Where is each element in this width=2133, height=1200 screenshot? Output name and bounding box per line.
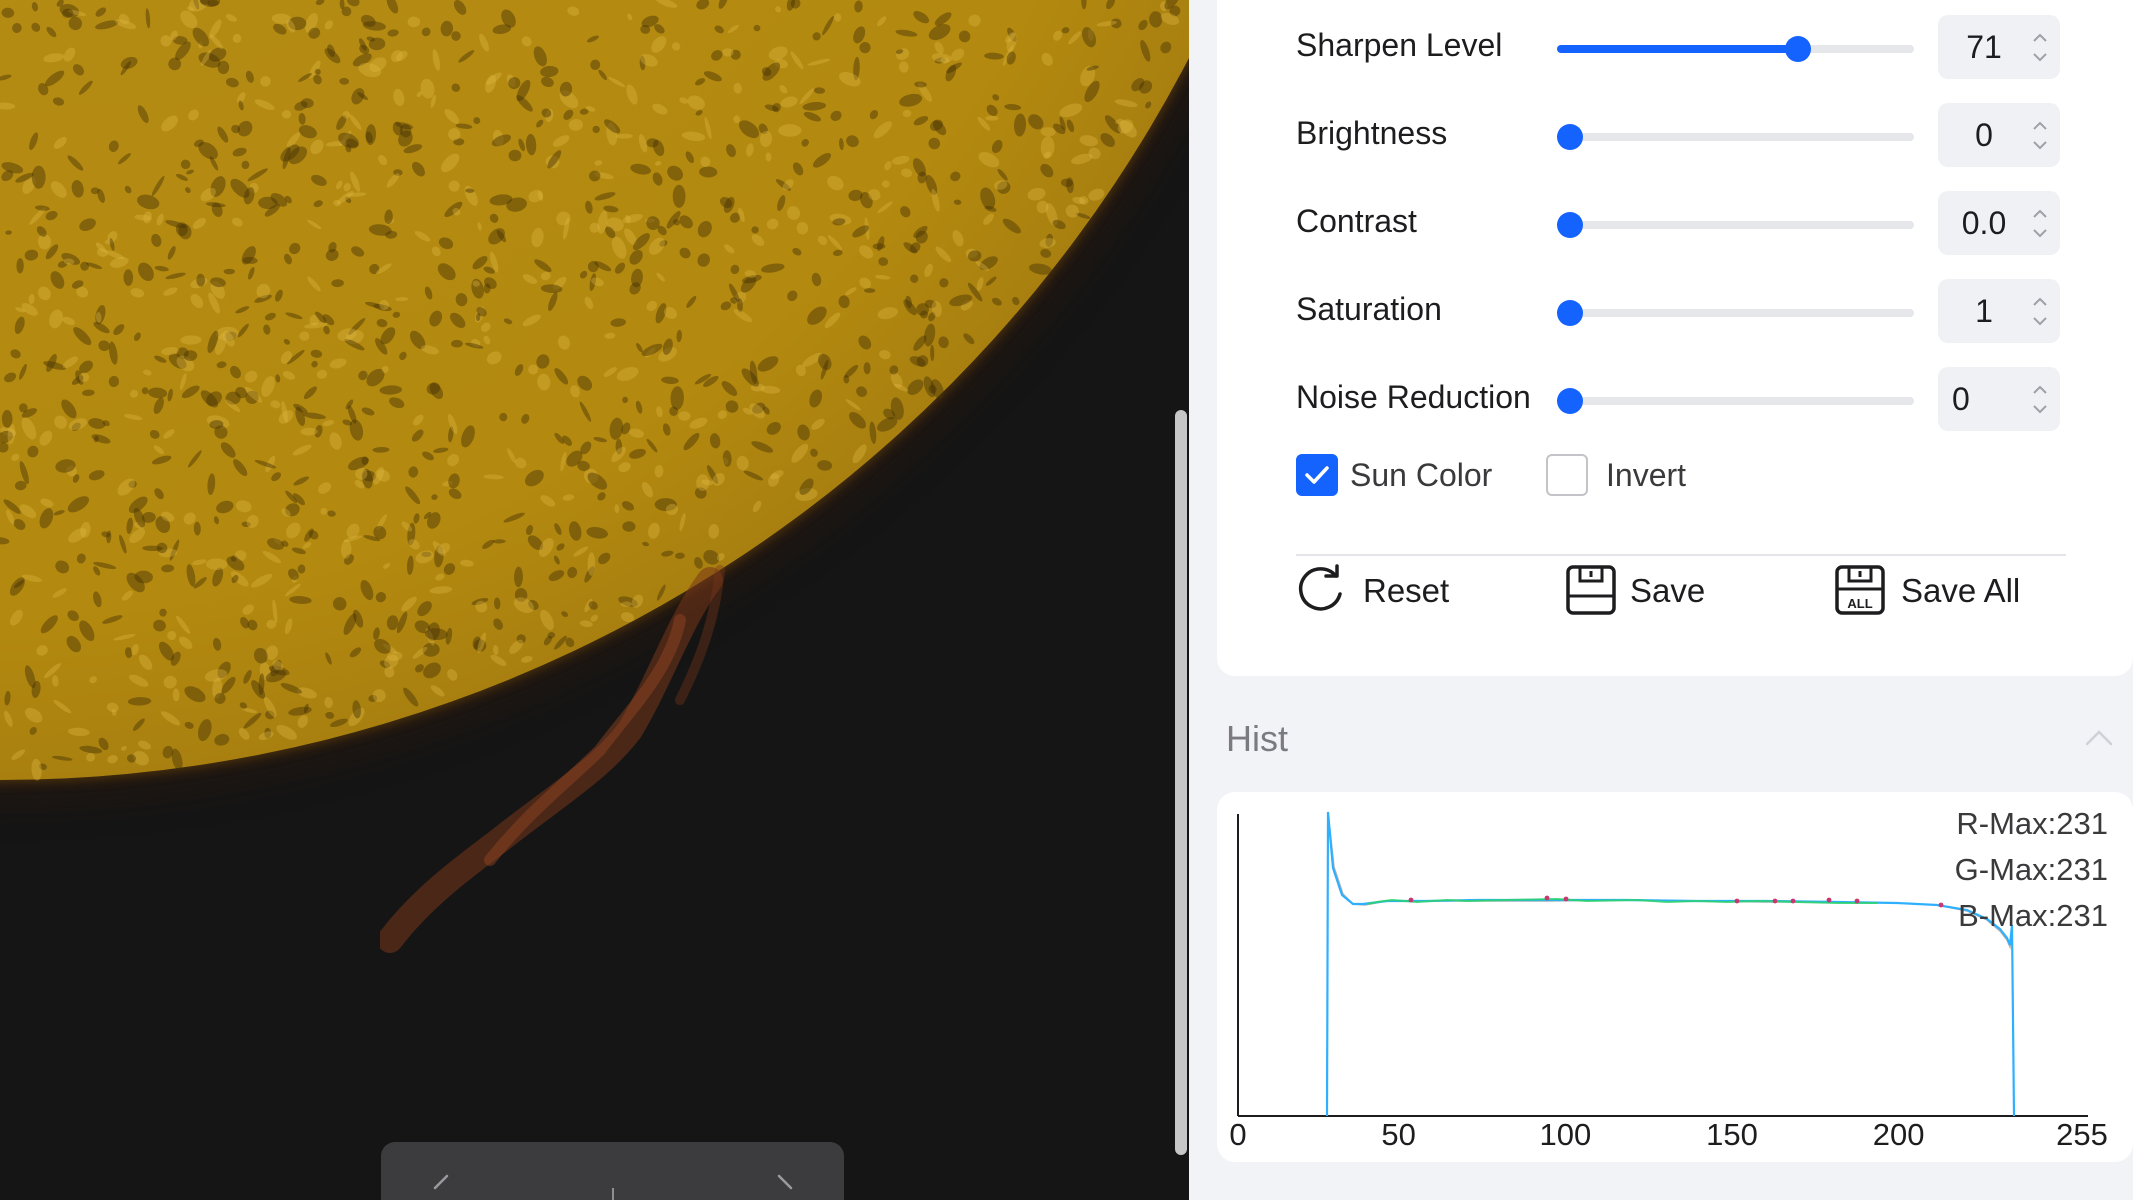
- spin-up-icon[interactable]: [2031, 384, 2049, 396]
- reset-label: Reset: [1363, 572, 1450, 609]
- reset-icon: [1298, 564, 1342, 611]
- sharpen-level-spinbox[interactable]: 71: [1938, 15, 2060, 79]
- sharpen-level-row: Sharpen Level 71: [1217, 15, 2133, 79]
- save-all-icon: ALL: [1835, 565, 1885, 615]
- checkmark-icon: [1305, 466, 1329, 484]
- chevron-left-icon[interactable]: [429, 1174, 453, 1198]
- histogram-chart: [1237, 811, 2088, 1117]
- saturation-label: Saturation: [1296, 291, 1442, 327]
- hist-blue-channel-shadow: [1326, 811, 2015, 1117]
- image-nav-bar: [381, 1142, 844, 1200]
- save-all-button[interactable]: ALL Save All: [1834, 564, 2034, 628]
- nav-divider: [612, 1188, 614, 1200]
- spin-up-icon[interactable]: [2031, 32, 2049, 44]
- spin-down-icon[interactable]: [2031, 403, 2049, 415]
- slider-thumb[interactable]: [1785, 36, 1812, 62]
- b-max-label: B-Max:231: [1958, 898, 2108, 933]
- histogram-card: R-Max:231 G-Max:231 B-Max:231 0 50 100 150 2…: [1217, 792, 2133, 1162]
- noise-reduction-slider[interactable]: [1557, 388, 1914, 414]
- noise-reduction-spinbox[interactable]: 0: [1938, 367, 2060, 431]
- saturation-spinbox[interactable]: 1: [1938, 279, 2060, 343]
- saturation-row: Saturation 1: [1217, 279, 2133, 343]
- save-all-icon-text: ALL: [1847, 596, 1872, 611]
- contrast-label: Contrast: [1296, 203, 1417, 239]
- slider-thumb[interactable]: [1557, 212, 1583, 238]
- right-panel: Sharpen Level 71 Brightness 0 Contrast 0…: [1189, 0, 2133, 1200]
- save-button[interactable]: Save: [1565, 564, 1715, 628]
- hist-x-tick-255: 255: [2056, 1117, 2108, 1152]
- reset-button[interactable]: Reset: [1296, 564, 1476, 628]
- sharpen-level-label: Sharpen Level: [1296, 27, 1503, 63]
- brightness-row: Brightness 0: [1217, 103, 2133, 167]
- slider-thumb[interactable]: [1557, 300, 1583, 326]
- contrast-slider[interactable]: [1557, 212, 1914, 238]
- contrast-spinbox[interactable]: 0.0: [1938, 191, 2060, 255]
- slider-fill: [1557, 45, 1799, 53]
- g-max-label: G-Max:231: [1954, 852, 2108, 887]
- spin-down-icon[interactable]: [2031, 227, 2049, 239]
- spin-down-icon[interactable]: [2031, 315, 2049, 327]
- r-max-label: R-Max:231: [1956, 806, 2108, 841]
- brightness-value[interactable]: 0: [1938, 117, 2030, 154]
- save-all-label: Save All: [1901, 572, 2021, 609]
- sharpen-level-value[interactable]: 71: [1938, 29, 2030, 66]
- spin-up-icon[interactable]: [2031, 208, 2049, 220]
- chevron-right-icon[interactable]: [773, 1174, 797, 1198]
- sun-color-label[interactable]: Sun Color: [1350, 457, 1492, 494]
- spin-down-icon[interactable]: [2031, 139, 2049, 151]
- image-viewer[interactable]: [0, 0, 1189, 1200]
- spin-up-icon[interactable]: [2031, 120, 2049, 132]
- hist-section-title[interactable]: Hist: [1226, 718, 1288, 760]
- contrast-row: Contrast 0.0: [1217, 191, 2133, 255]
- hist-blue-channel: [1325, 811, 2016, 1117]
- saturation-slider[interactable]: [1557, 300, 1914, 326]
- settings-card: Sharpen Level 71 Brightness 0 Contrast 0…: [1217, 0, 2133, 676]
- spin-up-icon[interactable]: [2031, 296, 2049, 308]
- noise-reduction-row: Noise Reduction 0: [1217, 367, 2133, 431]
- hist-x-tick-100: 100: [1539, 1117, 1592, 1152]
- divider: [1296, 554, 2066, 556]
- invert-label[interactable]: Invert: [1606, 457, 1686, 494]
- hist-x-tick-50: 50: [1381, 1117, 1416, 1152]
- hist-x-tick-150: 150: [1706, 1117, 1758, 1152]
- brightness-label: Brightness: [1296, 115, 1448, 151]
- saturation-value[interactable]: 1: [1938, 293, 2030, 330]
- brightness-spinbox[interactable]: 0: [1938, 103, 2060, 167]
- chevron-up-icon[interactable]: [2084, 728, 2114, 748]
- save-label: Save: [1630, 572, 1706, 609]
- hist-x-tick-200: 200: [1872, 1117, 1925, 1152]
- brightness-slider[interactable]: [1557, 124, 1914, 150]
- viewer-scrollbar[interactable]: [1175, 410, 1187, 1155]
- save-icon: [1566, 565, 1616, 615]
- noise-reduction-label: Noise Reduction: [1296, 379, 1531, 415]
- hist-x-tick-0: 0: [1229, 1117, 1247, 1152]
- slider-thumb[interactable]: [1557, 388, 1583, 414]
- contrast-value[interactable]: 0.0: [1938, 205, 2030, 242]
- sharpen-level-slider[interactable]: [1557, 36, 1914, 62]
- invert-checkbox[interactable]: [1546, 454, 1588, 496]
- spin-down-icon[interactable]: [2031, 51, 2049, 63]
- slider-thumb[interactable]: [1557, 124, 1583, 150]
- sun-color-checkbox[interactable]: [1296, 454, 1338, 496]
- solar-prominence: [380, 565, 725, 953]
